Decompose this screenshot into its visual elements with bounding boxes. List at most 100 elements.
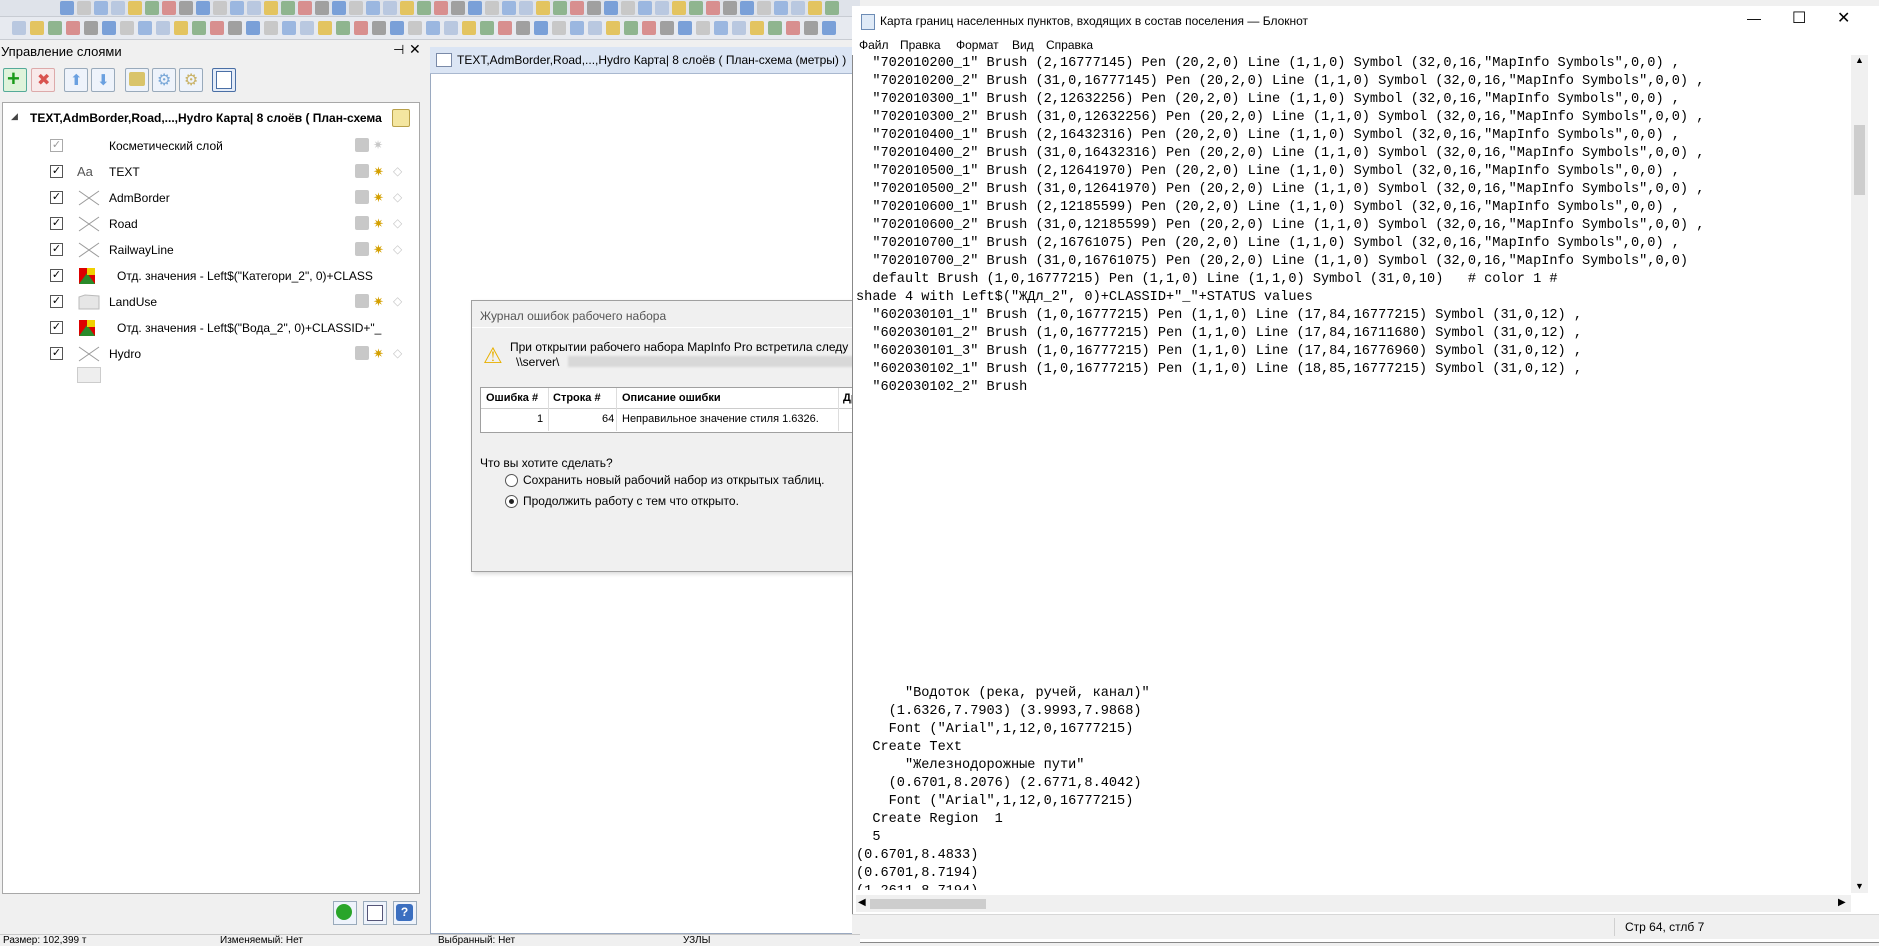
text-line[interactable]	[856, 487, 1851, 505]
toolbar-tool-icon[interactable]	[660, 21, 674, 35]
close-icon[interactable]: ✕	[409, 41, 421, 58]
layer-visibility-checkbox[interactable]: ✓	[50, 321, 63, 334]
text-line[interactable]: "Водоток (река, ручей, канал)"	[856, 685, 1851, 703]
remove-layer-button[interactable]: ✖	[31, 68, 55, 92]
toolbar-tool-icon[interactable]	[264, 1, 278, 15]
layer-visibility-checkbox[interactable]: ✓	[50, 191, 63, 204]
text-line[interactable]: "702010200_2" Brush (31,0,16777145) Pen …	[856, 73, 1851, 91]
toolbar-tool-icon[interactable]	[390, 21, 404, 35]
toolbar-tool-icon[interactable]	[336, 21, 350, 35]
scroll-thumb[interactable]	[1854, 125, 1865, 195]
toolbar-tool-icon[interactable]	[48, 21, 62, 35]
layer-visibility-checkbox[interactable]: ✓	[50, 347, 63, 360]
toolbar-tool-icon[interactable]	[66, 21, 80, 35]
text-line[interactable]: "702010700_2" Brush (31,0,16761075) Pen …	[856, 253, 1851, 271]
toolbar-tool-icon[interactable]	[210, 21, 224, 35]
toolbar-tool-icon[interactable]	[536, 1, 550, 15]
selectable-icon[interactable]: ✷	[373, 164, 387, 179]
toolbar-tool-icon[interactable]	[383, 1, 397, 15]
scroll-up-icon[interactable]: ▲	[1855, 55, 1864, 65]
toolbar-tool-icon[interactable]	[138, 21, 152, 35]
selectable-icon[interactable]: ✷	[373, 138, 387, 152]
text-line[interactable]: "602030101_2" Brush (1,0,16777215) Pen (…	[856, 325, 1851, 343]
toolbar-tool-icon[interactable]	[354, 21, 368, 35]
toolbar-tool-icon[interactable]	[349, 1, 363, 15]
toolbar-tool-icon[interactable]	[128, 1, 142, 15]
editable-icon[interactable]	[355, 242, 369, 256]
text-line[interactable]	[856, 595, 1851, 613]
text-line[interactable]: Create Text	[856, 739, 1851, 757]
editable-icon[interactable]	[355, 138, 369, 152]
text-line[interactable]: "702010500_2" Brush (31,0,12641970) Pen …	[856, 181, 1851, 199]
vertical-scrollbar[interactable]: ▲ ▼	[1851, 55, 1868, 893]
menu-format[interactable]: Формат	[956, 38, 999, 52]
toolbar-tool-icon[interactable]	[757, 1, 771, 15]
toolbar-tool-icon[interactable]	[791, 1, 805, 15]
toolbar-tool-icon[interactable]	[213, 1, 227, 15]
text-line[interactable]: "702010400_2" Brush (31,0,16432316) Pen …	[856, 145, 1851, 163]
text-line[interactable]: "702010600_2" Brush (31,0,12185599) Pen …	[856, 217, 1851, 235]
radio-button[interactable]	[505, 474, 518, 487]
toolbar-tool-icon[interactable]	[60, 1, 74, 15]
scroll-down-icon[interactable]: ▼	[1855, 881, 1864, 891]
text-line[interactable]: "702010700_1" Brush (2,16761075) Pen (20…	[856, 235, 1851, 253]
layer-row-road[interactable]: ✓ Road ✷ ◇	[3, 213, 419, 235]
error-table[interactable]: Ошибка # Строка # Описание ошибки Др 1 6…	[480, 387, 863, 433]
toolbar-tool-icon[interactable]	[774, 1, 788, 15]
layer-display-button[interactable]: ⚙	[179, 68, 203, 92]
toolbar-tool-icon[interactable]	[300, 21, 314, 35]
toolbar-tool-icon[interactable]	[84, 21, 98, 35]
toolbar-tool-icon[interactable]	[12, 21, 26, 35]
text-line[interactable]	[856, 541, 1851, 559]
text-line[interactable]: "602030101_1" Brush (1,0,16777215) Pen (…	[856, 307, 1851, 325]
toolbar-tool-icon[interactable]	[366, 1, 380, 15]
maximize-button[interactable]: ☐	[1792, 8, 1806, 28]
text-line[interactable]: "602030102_1" Brush (1,0,16777215) Pen (…	[856, 361, 1851, 379]
toolbar-tool-icon[interactable]	[162, 1, 176, 15]
toolbar-tool-icon[interactable]	[732, 21, 746, 35]
scroll-right-icon[interactable]: ▶	[1838, 897, 1846, 908]
toolbar-tool-icon[interactable]	[723, 1, 737, 15]
toolbar-tool-icon[interactable]	[434, 1, 448, 15]
toolbar-tool-icon[interactable]	[417, 1, 431, 15]
scroll-left-icon[interactable]: ◀	[858, 897, 866, 908]
toolbar-tool-icon[interactable]	[192, 21, 206, 35]
notepad-titlebar[interactable]: Карта границ населенных пунктов, входящи…	[852, 6, 1879, 36]
layer-visibility-checkbox[interactable]: ✓	[50, 269, 63, 282]
label-icon[interactable]: ◇	[393, 190, 407, 204]
toolbar-tool-icon[interactable]	[638, 1, 652, 15]
horizontal-scrollbar[interactable]: ◀ ▶	[856, 895, 1851, 912]
toolbar-tool-icon[interactable]	[468, 1, 482, 15]
menu-edit[interactable]: Правка	[900, 38, 941, 52]
collapse-icon[interactable]: ◢	[11, 111, 18, 122]
text-line[interactable]: (0.6701,8.4833)	[856, 847, 1851, 865]
toolbar-tool-icon[interactable]	[77, 1, 91, 15]
toolbar-tool-icon[interactable]	[519, 1, 533, 15]
toolbar-tool-icon[interactable]	[689, 1, 703, 15]
toolbar-tool-icon[interactable]	[696, 21, 710, 35]
toolbar-tool-icon[interactable]	[179, 1, 193, 15]
editable-icon[interactable]	[355, 216, 369, 230]
close-button[interactable]: ✕	[1837, 8, 1850, 28]
menu-view[interactable]: Вид	[1012, 38, 1034, 52]
toolbar-tool-icon[interactable]	[606, 21, 620, 35]
text-line[interactable]	[856, 469, 1851, 487]
table-row[interactable]: 1 64 Неправильное значение стиля 1.6326.	[481, 409, 862, 429]
toolbar-tool-icon[interactable]	[246, 21, 260, 35]
selectable-icon[interactable]: ✷	[373, 294, 387, 309]
toolbar-tool-icon[interactable]	[768, 21, 782, 35]
toolbar-tool-icon[interactable]	[825, 1, 839, 15]
add-layer-button[interactable]: +	[3, 66, 27, 92]
layer-row-thematic-water[interactable]: ✓ Отд. значения - Left$("Вода_2", 0)+CLA…	[3, 317, 419, 339]
layer-row-admborder[interactable]: ✓ AdmBorder ✷ ◇	[3, 187, 419, 209]
toolbar-tool-icon[interactable]	[655, 1, 669, 15]
text-line[interactable]: "702010300_1" Brush (2,12632256) Pen (20…	[856, 91, 1851, 109]
text-line[interactable]	[856, 505, 1851, 523]
toolbar-tool-icon[interactable]	[400, 1, 414, 15]
editable-icon[interactable]	[355, 190, 369, 204]
layer-visibility-checkbox[interactable]: ✓	[50, 217, 63, 230]
map-properties-icon[interactable]	[392, 109, 410, 127]
layer-visibility-checkbox[interactable]: ✓	[50, 165, 63, 178]
text-line[interactable]	[856, 415, 1851, 433]
toolbar-tool-icon[interactable]	[740, 1, 754, 15]
